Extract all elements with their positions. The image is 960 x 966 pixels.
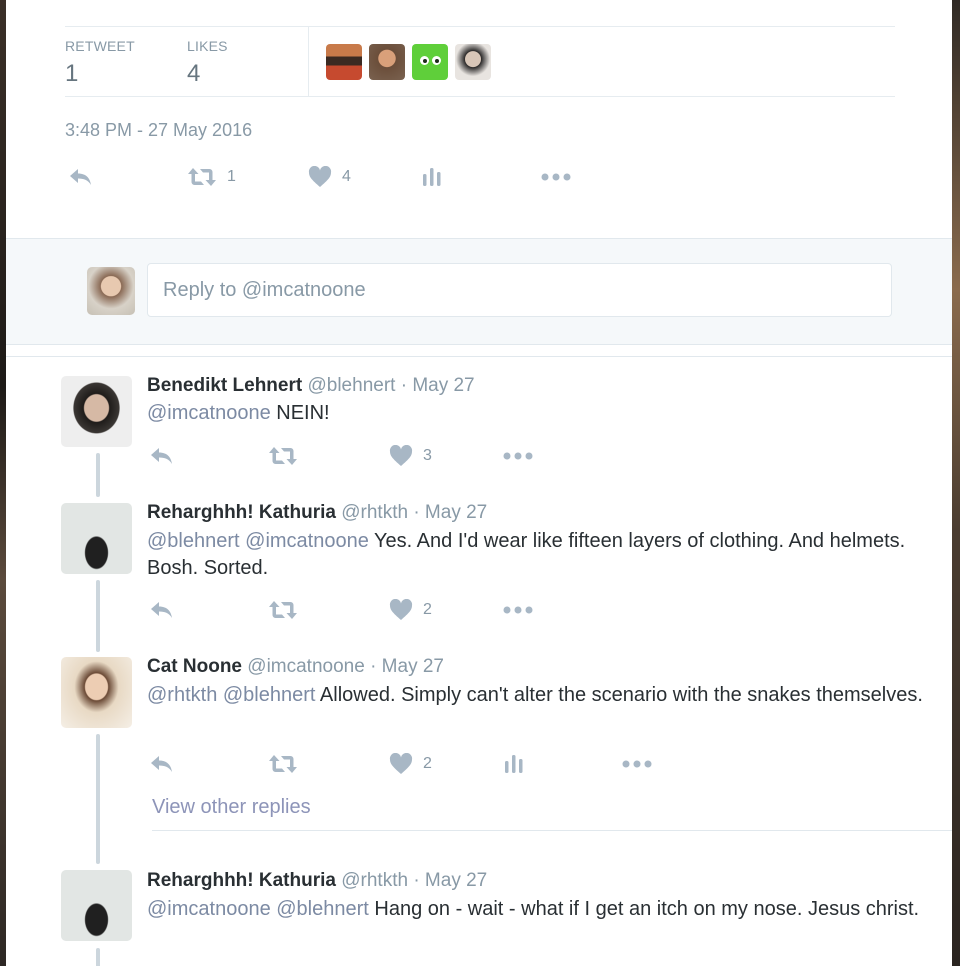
tweet-text: @rhtkth @blehnert Allowed. Simply can't … bbox=[147, 682, 927, 709]
likes-stat[interactable]: LIKES 4 bbox=[187, 38, 228, 88]
like-button[interactable]: 2 bbox=[389, 753, 432, 775]
liker-avatar[interactable] bbox=[455, 44, 491, 80]
analytics-button[interactable] bbox=[504, 753, 524, 775]
retweet-button[interactable]: 1 bbox=[187, 166, 236, 188]
reply-icon bbox=[151, 448, 172, 464]
thread-connector bbox=[96, 453, 100, 497]
retweet-button[interactable] bbox=[268, 445, 298, 467]
heart-icon bbox=[308, 166, 332, 187]
eye-icon bbox=[432, 56, 441, 65]
reply-button[interactable] bbox=[149, 753, 175, 775]
like-button[interactable]: 4 bbox=[308, 166, 351, 188]
divider bbox=[65, 26, 895, 27]
more-button[interactable] bbox=[503, 445, 533, 467]
retweet-stat-value: 1 bbox=[65, 60, 79, 87]
retweet-count: 1 bbox=[227, 168, 236, 185]
retweet-button[interactable] bbox=[268, 599, 298, 621]
retweet-stat-label: RETWEET bbox=[65, 38, 135, 54]
retweet-icon bbox=[269, 601, 297, 619]
liker-avatar[interactable] bbox=[369, 44, 405, 80]
author-handle-date[interactable]: @rhtkth · May 27 bbox=[341, 502, 487, 523]
author-handle-date[interactable]: @rhtkth · May 27 bbox=[341, 870, 487, 891]
retweet-icon bbox=[269, 755, 297, 773]
reply-button[interactable] bbox=[68, 166, 94, 188]
tweet-text: @blehnert @imcatnoone Yes. And I'd wear … bbox=[147, 528, 927, 582]
mention-link[interactable]: @imcatnoone bbox=[147, 402, 271, 424]
tweet-timestamp[interactable]: 3:48 PM - 27 May 2016 bbox=[65, 120, 252, 141]
retweet-stat[interactable]: RETWEET 1 bbox=[65, 38, 135, 88]
author-handle-date[interactable]: @blehnert · May 27 bbox=[307, 375, 474, 396]
heart-icon bbox=[389, 599, 413, 620]
more-dots-icon bbox=[503, 606, 533, 614]
reply-icon bbox=[151, 602, 172, 618]
avatar[interactable] bbox=[61, 503, 132, 574]
more-button[interactable] bbox=[622, 753, 652, 775]
tweet-body: NEIN! bbox=[270, 402, 330, 424]
heart-icon bbox=[389, 753, 413, 774]
avatar[interactable] bbox=[61, 376, 132, 447]
avatar[interactable] bbox=[61, 870, 132, 941]
more-dots-icon bbox=[541, 173, 571, 181]
thread-connector bbox=[96, 580, 100, 652]
analytics-button[interactable] bbox=[422, 166, 442, 188]
reply-button[interactable] bbox=[149, 445, 175, 467]
tweet-text: @imcatnoone NEIN! bbox=[147, 400, 927, 427]
tweet-header: Benedikt Lehnert @blehnert · May 27 bbox=[147, 375, 475, 397]
retweet-icon bbox=[269, 447, 297, 465]
retweet-icon bbox=[188, 168, 216, 186]
divider bbox=[152, 830, 952, 831]
reply-icon bbox=[151, 756, 172, 772]
thread-connector bbox=[96, 734, 100, 864]
reply-composer bbox=[6, 238, 952, 345]
analytics-icon bbox=[423, 168, 441, 186]
like-count: 2 bbox=[423, 755, 432, 772]
likers-list bbox=[326, 44, 491, 80]
divider bbox=[308, 27, 309, 96]
divider bbox=[65, 96, 895, 97]
likes-stat-value: 4 bbox=[187, 60, 201, 87]
heart-icon bbox=[389, 445, 413, 466]
author-handle-date[interactable]: @imcatnoone · May 27 bbox=[247, 656, 444, 677]
more-dots-icon bbox=[503, 452, 533, 460]
tweet-detail-card: RETWEET 1 LIKES 4 3:48 PM - 27 May 2016 … bbox=[6, 0, 952, 966]
tweet-header: Reharghhh! Kathuria @rhtkth · May 27 bbox=[147, 870, 487, 892]
view-other-replies-link[interactable]: View other replies bbox=[152, 796, 311, 819]
avatar[interactable] bbox=[61, 657, 132, 728]
mention-link[interactable]: @imcatnoone @blehnert bbox=[147, 898, 369, 920]
tweet-body: Allowed. Simply can't alter the scenario… bbox=[315, 684, 923, 706]
tweet-header: Reharghhh! Kathuria @rhtkth · May 27 bbox=[147, 502, 487, 524]
author-name[interactable]: Benedikt Lehnert bbox=[147, 375, 302, 396]
author-name[interactable]: Cat Noone bbox=[147, 656, 242, 677]
like-count: 3 bbox=[423, 447, 432, 464]
liker-avatar[interactable] bbox=[326, 44, 362, 80]
more-button[interactable] bbox=[503, 599, 533, 621]
reply-icon bbox=[70, 169, 91, 185]
reply-button[interactable] bbox=[149, 599, 175, 621]
more-button[interactable] bbox=[541, 166, 571, 188]
mention-link[interactable]: @blehnert @imcatnoone bbox=[147, 530, 369, 552]
mention-link[interactable]: @rhtkth @blehnert bbox=[147, 684, 315, 706]
background-right bbox=[952, 0, 960, 966]
author-name[interactable]: Reharghhh! Kathuria bbox=[147, 870, 336, 891]
analytics-icon bbox=[505, 755, 523, 773]
eye-icon bbox=[420, 56, 429, 65]
author-name[interactable]: Reharghhh! Kathuria bbox=[147, 502, 336, 523]
more-dots-icon bbox=[622, 760, 652, 768]
like-count: 2 bbox=[423, 601, 432, 618]
liker-avatar[interactable] bbox=[412, 44, 448, 80]
tweet-header: Cat Noone @imcatnoone · May 27 bbox=[147, 656, 444, 678]
current-user-avatar bbox=[87, 267, 135, 315]
divider bbox=[6, 356, 952, 357]
thread-connector bbox=[96, 948, 100, 966]
like-button[interactable]: 3 bbox=[389, 445, 432, 467]
likes-stat-label: LIKES bbox=[187, 38, 228, 54]
like-count: 4 bbox=[342, 168, 351, 185]
like-button[interactable]: 2 bbox=[389, 599, 432, 621]
retweet-button[interactable] bbox=[268, 753, 298, 775]
tweet-body: Hang on - wait - what if I get an itch o… bbox=[368, 898, 920, 920]
reply-input[interactable] bbox=[147, 263, 892, 317]
tweet-text: @imcatnoone @blehnert Hang on - wait - w… bbox=[147, 896, 927, 923]
